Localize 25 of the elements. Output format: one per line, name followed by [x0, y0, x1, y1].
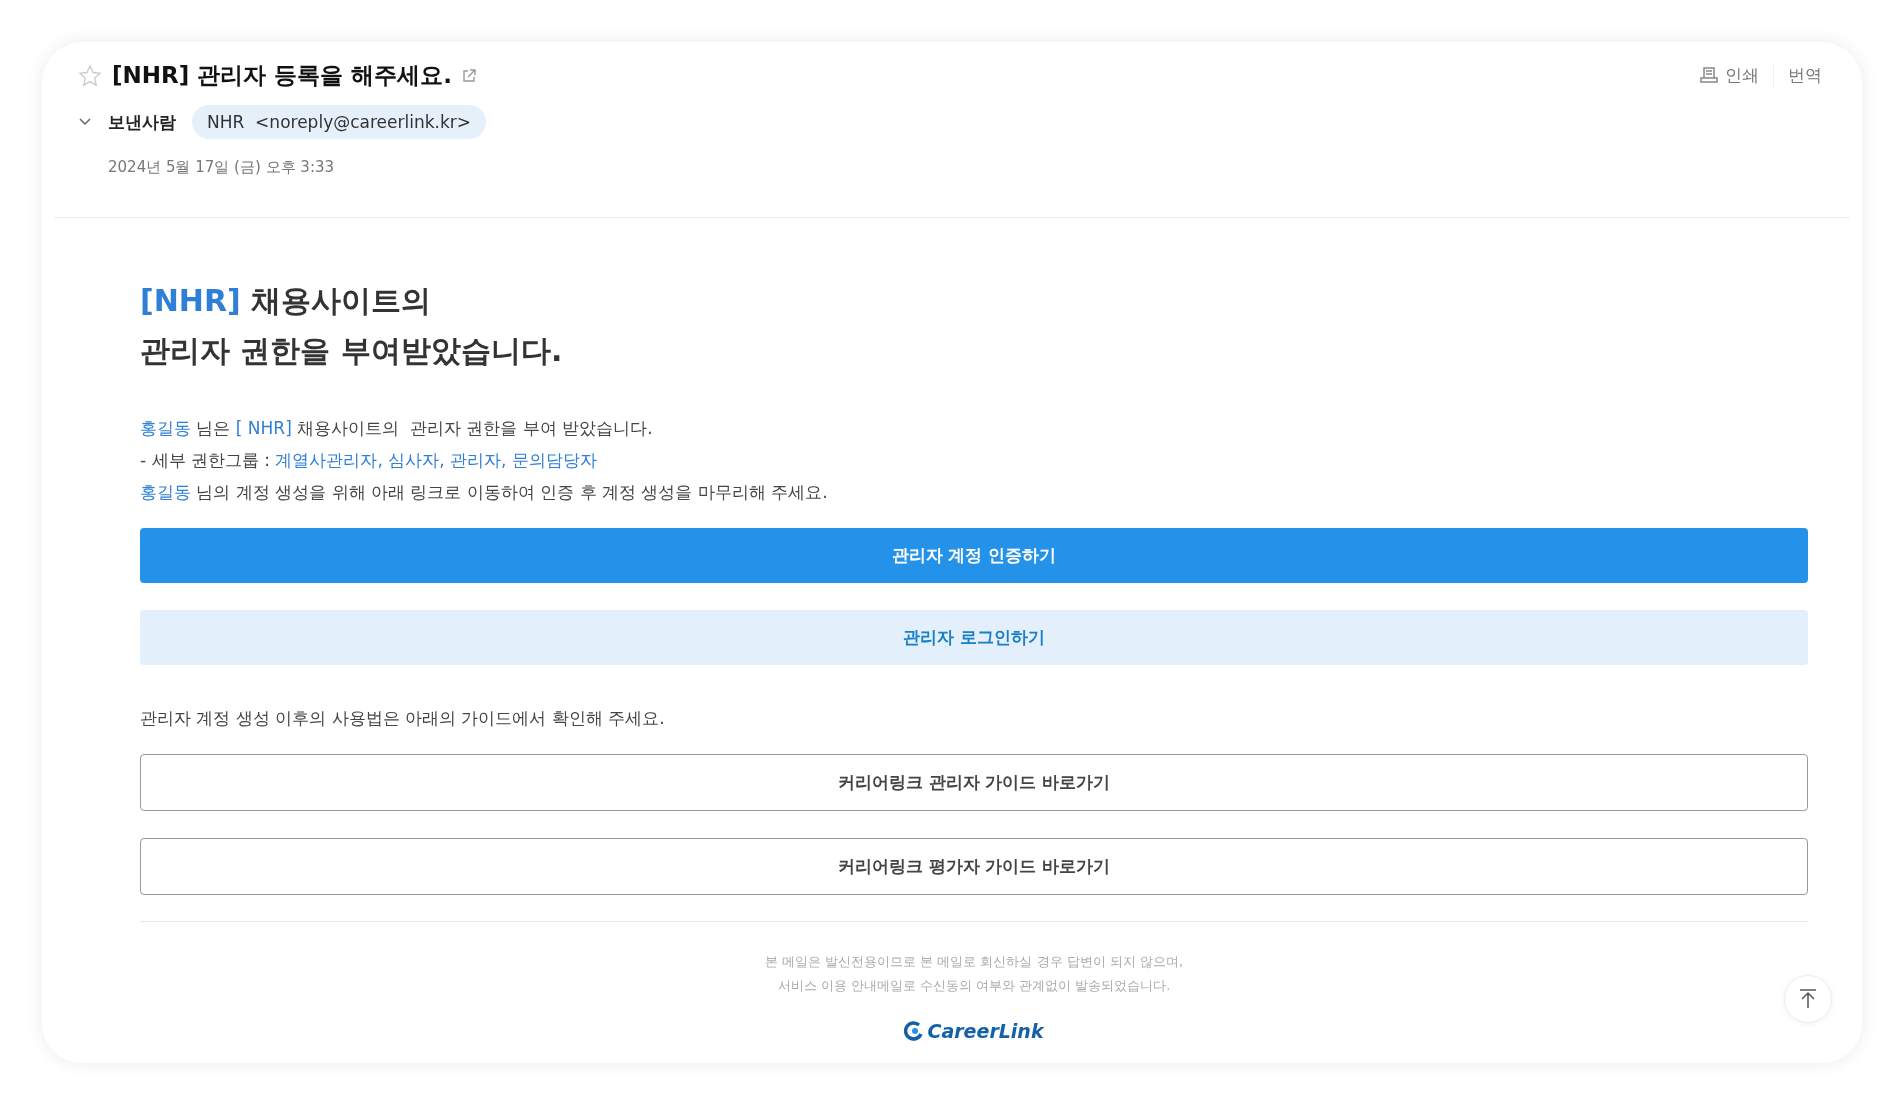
scroll-top-button[interactable]: [1784, 975, 1832, 1023]
logo-icon: [904, 1021, 925, 1041]
headline: [NHR] 채용사이트의: [140, 282, 432, 320]
mail-date: 2024년 5월 17일 (금) 오후 3:33: [108, 158, 335, 176]
logo-text: CareerLink: [927, 1020, 1044, 1042]
body-text: - 세부 권한그룹 : 계열사관리자, 심사자, 관리자, 문의담당자: [140, 449, 597, 472]
guide-text: 관리자 계정 생성 이후의 사용법은 아래의 가이드에서 확인해 주세요.: [140, 707, 666, 730]
guide-button[interactable]: 커리어링크 관리자 가이드 바로가기: [140, 754, 1808, 811]
arrow-up-icon: [1797, 988, 1819, 1010]
action-button[interactable]: 관리자 계정 인증하기: [140, 528, 1808, 583]
footer-notice: 본 메일은 발신전용이므로 본 메일로 회신하실 경우 답변이 되지 않으며,: [764, 953, 1184, 971]
toolbar-action[interactable]: 번역: [1773, 64, 1836, 87]
body-text: 홍길동 님의 계정 생성을 위해 아래 링크로 이동하여 인증 후 계정 생성을 마무리해 주세요.: [140, 481, 828, 504]
printer-icon: [1699, 65, 1719, 86]
action-button[interactable]: 관리자 로그인하기: [140, 610, 1808, 665]
headline: 관리자 권한을 부여받았습니다.: [140, 332, 563, 370]
external-link-icon[interactable]: [462, 68, 476, 83]
body-text: 홍길동 님은 [ NHR] 채용사이트의 관리자 권한을 부여 받았습니다.: [140, 417, 653, 440]
sender-chip[interactable]: NHR <noreply@careerlink.kr>: [192, 105, 487, 139]
toolbar-action[interactable]: 인쇄: [1685, 64, 1773, 87]
footer-notice: 서비스 이용 안내메일로 수신동의 여부와 관계없이 발송되었습니다.: [777, 977, 1171, 995]
mail-subject: [NHR] 관리자 등록을 해주세요.: [112, 61, 452, 90]
guide-button[interactable]: 커리어링크 평가자 가이드 바로가기: [140, 838, 1808, 895]
sender-label: 보낸사람: [108, 110, 176, 134]
star-icon[interactable]: [78, 63, 102, 88]
